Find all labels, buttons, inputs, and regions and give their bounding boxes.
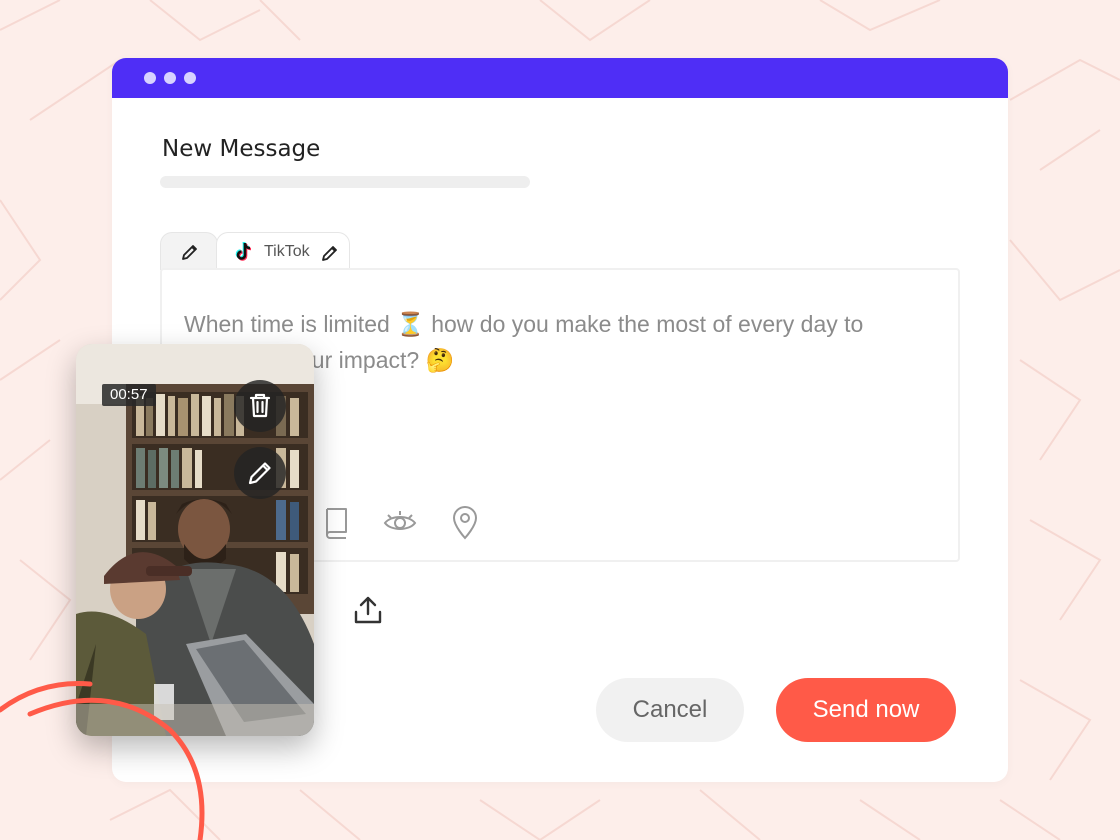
window-dot [164,72,176,84]
edit-media-button[interactable] [234,447,286,499]
upload-icon[interactable] [352,594,384,626]
window-titlebar [112,58,1008,98]
tab-tiktok-label: TikTok [264,243,310,260]
window-dot [144,72,156,84]
cancel-button[interactable]: Cancel [596,678,744,742]
tiktok-icon [235,241,252,261]
book-icon[interactable] [322,506,352,540]
pencil-icon [248,462,271,485]
eye-icon[interactable] [382,506,418,540]
decorative-swoosh [0,681,205,840]
location-pin-icon[interactable] [450,506,480,540]
tab-general-edit[interactable] [160,232,218,270]
send-now-button[interactable]: Send now [776,678,956,742]
compose-title: New Message [162,136,321,162]
tab-tiktok[interactable]: TikTok [216,232,350,270]
pencil-icon [322,246,337,261]
window-dot [184,72,196,84]
title-underline-bar [160,176,530,188]
video-duration-badge: 00:57 [102,384,156,406]
pencil-icon [182,245,197,260]
trash-icon [249,393,271,418]
delete-media-button[interactable] [234,380,286,432]
